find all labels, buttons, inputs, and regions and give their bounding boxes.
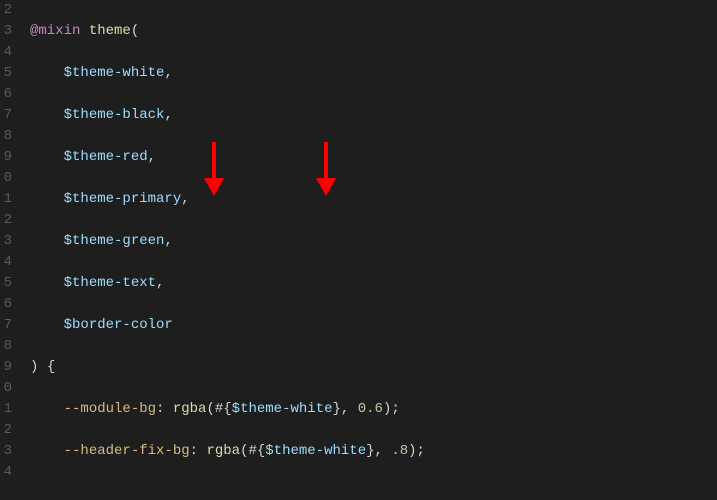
line-number: 4 xyxy=(0,42,12,63)
token-variable: $theme-white xyxy=(232,401,333,417)
line-number: 2 xyxy=(0,0,12,21)
code-line[interactable]: $theme-white, xyxy=(30,63,635,84)
token-punc: , xyxy=(148,149,156,165)
token-punc: ) xyxy=(408,443,416,459)
token-number: 0.6 xyxy=(358,401,383,417)
line-number-gutter: 2 3 4 5 6 7 8 9 0 1 2 3 4 5 6 7 8 9 0 1 … xyxy=(0,0,16,500)
code-line[interactable]: --header-fix-bg: rgba(#{$theme-white}, .… xyxy=(30,441,635,462)
line-number: 9 xyxy=(0,147,12,168)
code-area[interactable]: @mixin theme( $theme-white, $theme-black… xyxy=(16,0,635,500)
line-number: 3 xyxy=(0,21,12,42)
code-editor[interactable]: 2 3 4 5 6 7 8 9 0 1 2 3 4 5 6 7 8 9 0 1 … xyxy=(0,0,717,500)
line-number: 2 xyxy=(0,210,12,231)
token-punc: ( xyxy=(206,401,214,417)
token-punc: , xyxy=(341,401,349,417)
token-custom-prop: --module-bg xyxy=(64,401,156,417)
code-line[interactable]: $theme-red, xyxy=(30,147,635,168)
token-brace: { xyxy=(47,359,55,375)
line-number: 4 xyxy=(0,462,12,483)
code-line[interactable]: $border-color xyxy=(30,315,635,336)
code-line[interactable]: @mixin theme( xyxy=(30,21,635,42)
line-number: 7 xyxy=(0,315,12,336)
line-number: 2 xyxy=(0,420,12,441)
token-interpolation-close: } xyxy=(333,401,341,417)
code-line[interactable]: $theme-green, xyxy=(30,231,635,252)
line-number: 3 xyxy=(0,231,12,252)
token-punc: : xyxy=(190,443,198,459)
token-variable: $theme-text xyxy=(64,275,156,291)
token-punc: ; xyxy=(391,401,399,417)
token-punc: , xyxy=(156,275,164,291)
token-number: .8 xyxy=(391,443,408,459)
code-line[interactable]: --module-bg: rgba(#{$theme-white}, 0.6); xyxy=(30,399,635,420)
token-punc: , xyxy=(164,233,172,249)
line-number: 6 xyxy=(0,294,12,315)
token-interpolation-open: #{ xyxy=(248,443,265,459)
token-function: rgba xyxy=(173,401,207,417)
token-variable: $theme-red xyxy=(64,149,148,165)
line-number: 0 xyxy=(0,378,12,399)
token-punc: , xyxy=(181,191,189,207)
token-interpolation-open: #{ xyxy=(215,401,232,417)
line-number: 5 xyxy=(0,273,12,294)
token-function: rgba xyxy=(206,443,240,459)
line-number: 8 xyxy=(0,126,12,147)
line-number: 3 xyxy=(0,441,12,462)
token-punc: ; xyxy=(417,443,425,459)
token-mixin-name: theme xyxy=(89,23,131,39)
token-punc: ) xyxy=(30,359,38,375)
token-punc: , xyxy=(164,65,172,81)
token-punc: ( xyxy=(131,23,139,39)
line-number: 0 xyxy=(0,168,12,189)
line-number: 8 xyxy=(0,336,12,357)
line-number: 9 xyxy=(0,357,12,378)
token-at-rule: @mixin xyxy=(30,23,80,39)
line-number: 4 xyxy=(0,252,12,273)
line-number: 7 xyxy=(0,105,12,126)
token-punc: , xyxy=(164,107,172,123)
token-custom-prop: --header-fix-bg xyxy=(64,443,190,459)
token-variable: $theme-black xyxy=(64,107,165,123)
token-variable: $theme-green xyxy=(64,233,165,249)
code-line[interactable] xyxy=(30,483,635,500)
line-number: 6 xyxy=(0,84,12,105)
code-line[interactable]: $theme-black, xyxy=(30,105,635,126)
token-punc: , xyxy=(375,443,383,459)
token-interpolation-close: } xyxy=(366,443,374,459)
line-number: 1 xyxy=(0,399,12,420)
code-line[interactable]: ) { xyxy=(30,357,635,378)
token-variable: $theme-primary xyxy=(64,191,182,207)
token-variable: $theme-white xyxy=(64,65,165,81)
code-line[interactable]: $theme-text, xyxy=(30,273,635,294)
code-line[interactable]: $theme-primary, xyxy=(30,189,635,210)
token-punc: : xyxy=(156,401,164,417)
line-number: 5 xyxy=(0,63,12,84)
token-variable: $theme-white xyxy=(265,443,366,459)
token-variable: $border-color xyxy=(64,317,173,333)
line-number: 1 xyxy=(0,189,12,210)
